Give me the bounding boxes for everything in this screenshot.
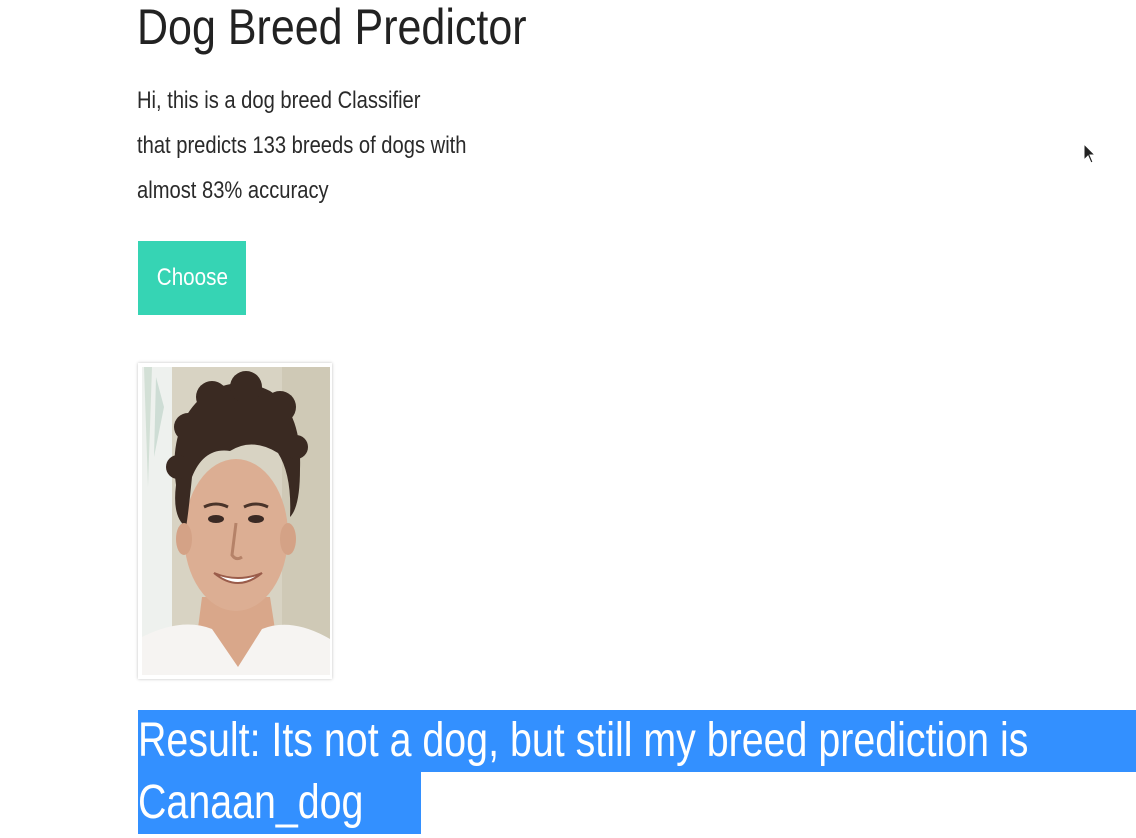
intro-line: almost 83% accuracy — [137, 177, 329, 204]
intro-text: Hi, this is a dog breed Classifier that … — [137, 78, 466, 213]
page-title: Dog Breed Predictor — [137, 0, 527, 55]
intro-line: that predicts 133 breeds of dogs with — [137, 132, 467, 159]
choose-file-button[interactable]: Choose — [138, 241, 246, 315]
result-line-2: Canaan_dog — [138, 776, 364, 829]
uploaded-photo — [142, 367, 330, 675]
choose-button-label: Choose — [156, 264, 228, 291]
mouse-pointer-icon — [1083, 143, 1097, 164]
result-line-1: Result: Its not a dog, but still my bree… — [138, 714, 1029, 767]
uploaded-image-frame — [138, 363, 332, 679]
intro-line: Hi, this is a dog breed Classifier — [137, 87, 421, 114]
prediction-result: Result: Its not a dog, but still my bree… — [138, 710, 1136, 834]
